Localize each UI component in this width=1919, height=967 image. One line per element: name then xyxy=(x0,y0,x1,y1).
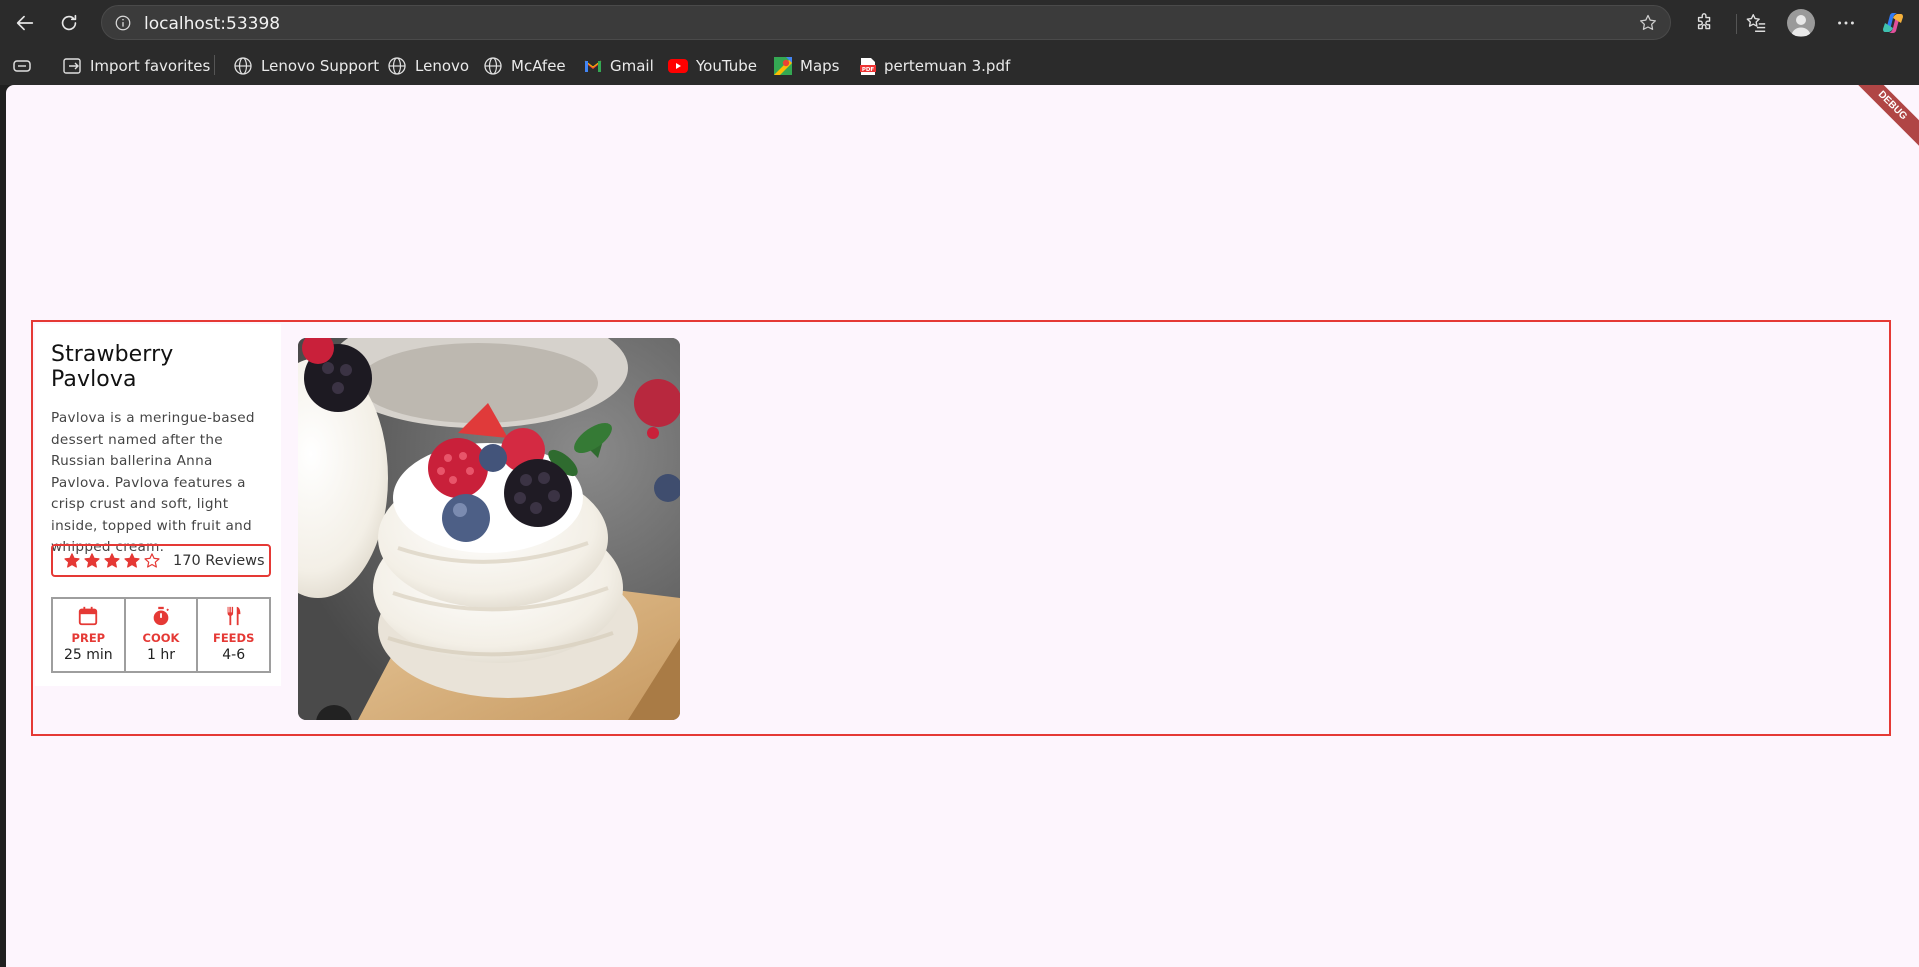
copilot-icon xyxy=(1883,13,1903,33)
pdf-icon: PDF xyxy=(860,57,876,75)
star-filled-icon xyxy=(124,552,140,568)
bookmark-youtube[interactable]: YouTube xyxy=(668,55,757,77)
page-viewport: DEBUG Strawberry Pavlova Pavlova is a me… xyxy=(6,85,1919,967)
puzzle-icon xyxy=(1697,13,1711,30)
recipe-stats: PREP 25 min COOK 1 hr FEEDS 4-6 xyxy=(51,597,271,673)
stat-value: 25 min xyxy=(64,647,113,663)
more-dots-icon xyxy=(1838,21,1854,25)
copilot-button[interactable] xyxy=(1880,10,1906,36)
gmail-icon xyxy=(584,60,602,72)
refresh-icon xyxy=(61,14,77,31)
sidebar-toggle-button[interactable] xyxy=(12,55,32,77)
bookmark-label: Lenovo xyxy=(415,57,470,75)
bookmark-mcafee[interactable]: McAfee xyxy=(483,55,566,77)
review-count: 170 Reviews xyxy=(173,552,265,569)
profile-avatar[interactable] xyxy=(1787,9,1815,37)
bookmarks-bar: Import favorites Lenovo Support Lenovo M… xyxy=(0,45,1919,85)
star-filled-icon xyxy=(84,552,100,568)
extensions-button[interactable] xyxy=(1692,10,1718,36)
svg-text:PDF: PDF xyxy=(862,67,875,73)
bookmark-import-favorites[interactable]: Import favorites xyxy=(62,55,210,77)
star-outline-icon xyxy=(144,552,160,568)
star-rating xyxy=(63,552,161,570)
globe-icon xyxy=(234,57,252,75)
favorite-star-icon[interactable] xyxy=(1638,13,1658,33)
toolbar-divider xyxy=(1736,14,1737,34)
refresh-button[interactable] xyxy=(54,8,84,38)
site-info-icon[interactable] xyxy=(114,14,132,32)
debug-banner: DEBUG xyxy=(1846,85,1919,152)
stat-label: PREP xyxy=(71,631,106,645)
bookmark-label: Lenovo Support xyxy=(261,57,380,75)
recipe-photo xyxy=(298,338,680,720)
pavlova-image xyxy=(298,338,680,720)
recipe-title: Strawberry Pavlova xyxy=(51,342,174,392)
rating-row: 170 Reviews xyxy=(51,544,271,577)
back-arrow-icon xyxy=(16,15,34,31)
url-text[interactable]: localhost:53398 xyxy=(144,14,280,34)
star-filled-icon xyxy=(104,552,120,568)
bookmark-pdf[interactable]: PDF pertemuan 3.pdf xyxy=(860,55,1010,77)
recipe-info-panel: Strawberry Pavlova Pavlova is a meringue… xyxy=(35,324,281,686)
bookmark-gmail[interactable]: Gmail xyxy=(584,55,654,77)
recipe-description: Pavlova is a meringue-based dessert name… xyxy=(51,410,255,555)
import-icon xyxy=(63,58,81,74)
stat-prep: PREP 25 min xyxy=(53,599,126,671)
bookmark-lenovo-support[interactable]: Lenovo Support xyxy=(233,55,379,77)
stat-label: FEEDS xyxy=(212,631,255,645)
tab-actions-icon xyxy=(13,60,31,72)
stat-value: 1 hr xyxy=(147,647,175,663)
globe-icon xyxy=(388,57,406,75)
back-button[interactable] xyxy=(10,8,40,38)
bookmarks-divider xyxy=(214,55,215,75)
bookmark-label: pertemuan 3.pdf xyxy=(884,57,1011,75)
stat-cook: COOK 1 hr xyxy=(126,599,199,671)
stat-value: 4-6 xyxy=(222,647,246,663)
bookmark-maps[interactable]: Maps xyxy=(774,55,839,77)
stat-label: COOK xyxy=(142,631,180,645)
settings-menu-button[interactable] xyxy=(1833,10,1859,36)
restaurant-icon xyxy=(227,606,241,626)
bookmark-lenovo[interactable]: Lenovo xyxy=(387,55,469,77)
maps-icon xyxy=(774,57,792,75)
address-bar[interactable]: localhost:53398 xyxy=(101,5,1671,40)
favorites-button[interactable] xyxy=(1743,10,1769,36)
favorites-list-icon xyxy=(1746,14,1766,32)
globe-icon xyxy=(484,57,502,75)
user-icon xyxy=(1791,15,1811,36)
star-filled-icon xyxy=(64,552,80,568)
bookmark-label: YouTube xyxy=(696,57,757,75)
bookmark-label: Maps xyxy=(800,57,840,75)
timer-icon xyxy=(153,606,169,626)
recipe-card: Strawberry Pavlova Pavlova is a meringue… xyxy=(31,320,1891,736)
bookmark-label: Import favorites xyxy=(90,57,211,75)
bookmark-label: Gmail xyxy=(610,57,654,75)
youtube-icon xyxy=(668,59,688,73)
stat-feeds: FEEDS 4-6 xyxy=(198,599,269,671)
browser-titlebar: localhost:53398 xyxy=(0,0,1919,45)
calendar-icon xyxy=(79,606,98,626)
bookmark-label: McAfee xyxy=(511,57,566,75)
